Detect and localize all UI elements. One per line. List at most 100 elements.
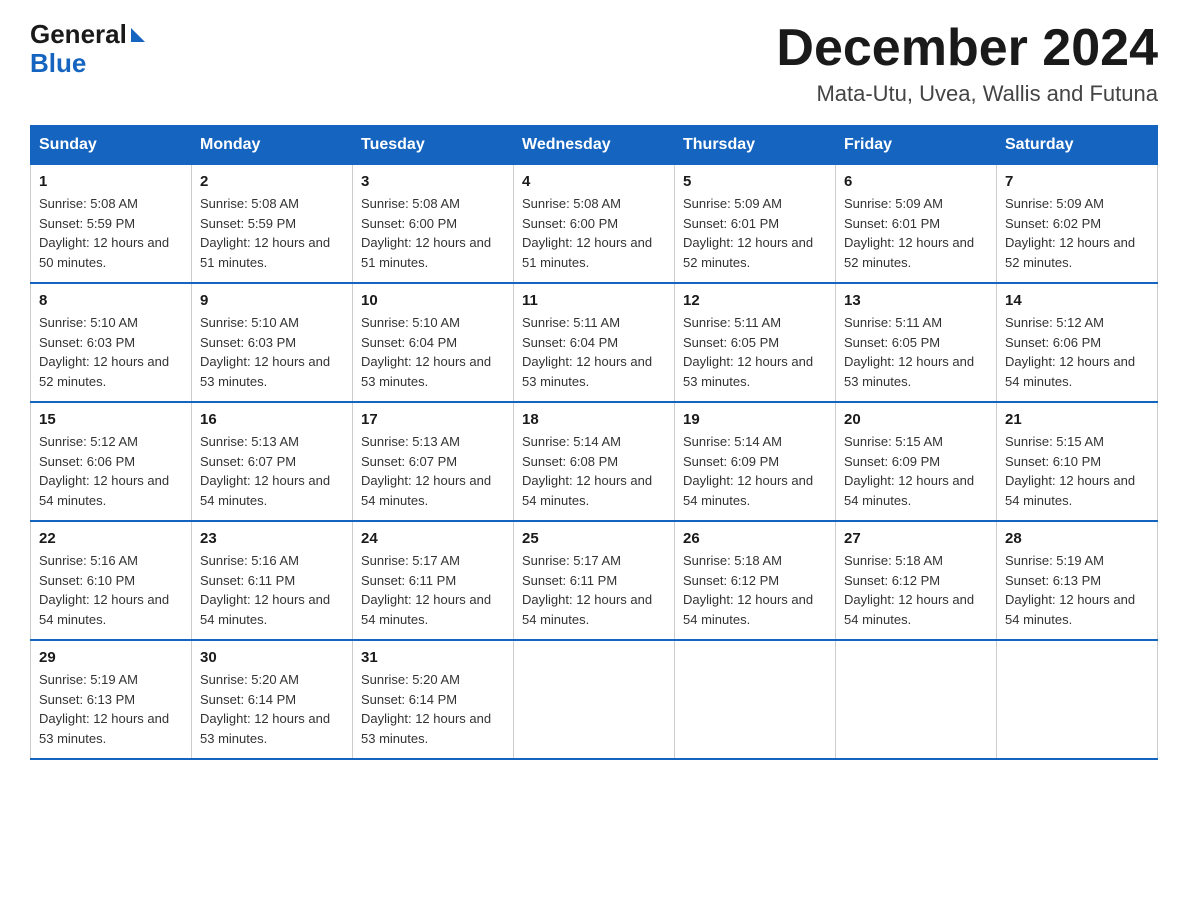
header-sunday: Sunday [31, 126, 192, 165]
calendar-cell: 23 Sunrise: 5:16 AMSunset: 6:11 PMDaylig… [192, 521, 353, 640]
calendar-cell: 7 Sunrise: 5:09 AMSunset: 6:02 PMDayligh… [997, 165, 1158, 284]
calendar-cell: 9 Sunrise: 5:10 AMSunset: 6:03 PMDayligh… [192, 283, 353, 402]
day-number: 1 [39, 173, 183, 190]
day-number: 9 [200, 292, 344, 309]
calendar-title: December 2024 [776, 20, 1158, 77]
day-info: Sunrise: 5:20 AMSunset: 6:14 PMDaylight:… [200, 672, 330, 746]
day-info: Sunrise: 5:08 AMSunset: 5:59 PMDaylight:… [39, 196, 169, 270]
calendar-cell: 3 Sunrise: 5:08 AMSunset: 6:00 PMDayligh… [353, 165, 514, 284]
calendar-cell: 20 Sunrise: 5:15 AMSunset: 6:09 PMDaylig… [836, 402, 997, 521]
header-wednesday: Wednesday [514, 126, 675, 165]
logo-general-text: General [30, 20, 127, 49]
day-number: 25 [522, 530, 666, 547]
day-number: 11 [522, 292, 666, 309]
day-info: Sunrise: 5:13 AMSunset: 6:07 PMDaylight:… [200, 434, 330, 508]
day-number: 15 [39, 411, 183, 428]
day-number: 31 [361, 649, 505, 666]
day-info: Sunrise: 5:16 AMSunset: 6:10 PMDaylight:… [39, 553, 169, 627]
day-number: 19 [683, 411, 827, 428]
calendar-cell: 2 Sunrise: 5:08 AMSunset: 5:59 PMDayligh… [192, 165, 353, 284]
calendar-cell: 11 Sunrise: 5:11 AMSunset: 6:04 PMDaylig… [514, 283, 675, 402]
day-number: 26 [683, 530, 827, 547]
calendar-cell: 4 Sunrise: 5:08 AMSunset: 6:00 PMDayligh… [514, 165, 675, 284]
calendar-cell: 18 Sunrise: 5:14 AMSunset: 6:08 PMDaylig… [514, 402, 675, 521]
day-info: Sunrise: 5:12 AMSunset: 6:06 PMDaylight:… [1005, 315, 1135, 389]
day-number: 22 [39, 530, 183, 547]
day-number: 20 [844, 411, 988, 428]
day-number: 23 [200, 530, 344, 547]
logo-triangle-icon [131, 28, 145, 42]
calendar-cell: 19 Sunrise: 5:14 AMSunset: 6:09 PMDaylig… [675, 402, 836, 521]
week-row-2: 8 Sunrise: 5:10 AMSunset: 6:03 PMDayligh… [31, 283, 1158, 402]
calendar-cell: 10 Sunrise: 5:10 AMSunset: 6:04 PMDaylig… [353, 283, 514, 402]
header-tuesday: Tuesday [353, 126, 514, 165]
header-row: SundayMondayTuesdayWednesdayThursdayFrid… [31, 126, 1158, 165]
calendar-cell: 28 Sunrise: 5:19 AMSunset: 6:13 PMDaylig… [997, 521, 1158, 640]
day-number: 10 [361, 292, 505, 309]
calendar-cell: 17 Sunrise: 5:13 AMSunset: 6:07 PMDaylig… [353, 402, 514, 521]
day-info: Sunrise: 5:18 AMSunset: 6:12 PMDaylight:… [844, 553, 974, 627]
calendar-body: 1 Sunrise: 5:08 AMSunset: 5:59 PMDayligh… [31, 165, 1158, 760]
logo: General Blue [30, 20, 145, 77]
day-info: Sunrise: 5:17 AMSunset: 6:11 PMDaylight:… [522, 553, 652, 627]
day-number: 8 [39, 292, 183, 309]
logo-blue-text: Blue [30, 49, 86, 78]
calendar-cell: 24 Sunrise: 5:17 AMSunset: 6:11 PMDaylig… [353, 521, 514, 640]
day-number: 28 [1005, 530, 1149, 547]
day-number: 17 [361, 411, 505, 428]
day-info: Sunrise: 5:09 AMSunset: 6:01 PMDaylight:… [844, 196, 974, 270]
calendar-cell: 29 Sunrise: 5:19 AMSunset: 6:13 PMDaylig… [31, 640, 192, 759]
day-info: Sunrise: 5:10 AMSunset: 6:03 PMDaylight:… [39, 315, 169, 389]
header-saturday: Saturday [997, 126, 1158, 165]
calendar-subtitle: Mata-Utu, Uvea, Wallis and Futuna [776, 81, 1158, 107]
calendar-cell: 21 Sunrise: 5:15 AMSunset: 6:10 PMDaylig… [997, 402, 1158, 521]
day-number: 13 [844, 292, 988, 309]
calendar-table: SundayMondayTuesdayWednesdayThursdayFrid… [30, 125, 1158, 760]
day-info: Sunrise: 5:08 AMSunset: 5:59 PMDaylight:… [200, 196, 330, 270]
day-info: Sunrise: 5:10 AMSunset: 6:03 PMDaylight:… [200, 315, 330, 389]
calendar-cell: 30 Sunrise: 5:20 AMSunset: 6:14 PMDaylig… [192, 640, 353, 759]
calendar-header: SundayMondayTuesdayWednesdayThursdayFrid… [31, 126, 1158, 165]
page-header: General Blue December 2024 Mata-Utu, Uve… [30, 20, 1158, 107]
day-info: Sunrise: 5:16 AMSunset: 6:11 PMDaylight:… [200, 553, 330, 627]
header-thursday: Thursday [675, 126, 836, 165]
day-info: Sunrise: 5:19 AMSunset: 6:13 PMDaylight:… [1005, 553, 1135, 627]
title-area: December 2024 Mata-Utu, Uvea, Wallis and… [776, 20, 1158, 107]
day-info: Sunrise: 5:09 AMSunset: 6:01 PMDaylight:… [683, 196, 813, 270]
day-info: Sunrise: 5:10 AMSunset: 6:04 PMDaylight:… [361, 315, 491, 389]
day-number: 21 [1005, 411, 1149, 428]
calendar-cell [997, 640, 1158, 759]
day-number: 14 [1005, 292, 1149, 309]
day-number: 6 [844, 173, 988, 190]
day-info: Sunrise: 5:18 AMSunset: 6:12 PMDaylight:… [683, 553, 813, 627]
calendar-cell: 22 Sunrise: 5:16 AMSunset: 6:10 PMDaylig… [31, 521, 192, 640]
day-number: 18 [522, 411, 666, 428]
day-number: 4 [522, 173, 666, 190]
day-info: Sunrise: 5:13 AMSunset: 6:07 PMDaylight:… [361, 434, 491, 508]
day-info: Sunrise: 5:11 AMSunset: 6:04 PMDaylight:… [522, 315, 652, 389]
day-number: 12 [683, 292, 827, 309]
calendar-cell: 25 Sunrise: 5:17 AMSunset: 6:11 PMDaylig… [514, 521, 675, 640]
day-number: 2 [200, 173, 344, 190]
day-info: Sunrise: 5:15 AMSunset: 6:09 PMDaylight:… [844, 434, 974, 508]
day-info: Sunrise: 5:12 AMSunset: 6:06 PMDaylight:… [39, 434, 169, 508]
day-info: Sunrise: 5:11 AMSunset: 6:05 PMDaylight:… [844, 315, 974, 389]
day-number: 16 [200, 411, 344, 428]
day-number: 5 [683, 173, 827, 190]
day-info: Sunrise: 5:15 AMSunset: 6:10 PMDaylight:… [1005, 434, 1135, 508]
day-info: Sunrise: 5:14 AMSunset: 6:09 PMDaylight:… [683, 434, 813, 508]
day-info: Sunrise: 5:14 AMSunset: 6:08 PMDaylight:… [522, 434, 652, 508]
calendar-cell: 6 Sunrise: 5:09 AMSunset: 6:01 PMDayligh… [836, 165, 997, 284]
header-friday: Friday [836, 126, 997, 165]
calendar-cell: 12 Sunrise: 5:11 AMSunset: 6:05 PMDaylig… [675, 283, 836, 402]
day-number: 7 [1005, 173, 1149, 190]
day-number: 27 [844, 530, 988, 547]
calendar-cell [675, 640, 836, 759]
day-number: 3 [361, 173, 505, 190]
calendar-cell: 31 Sunrise: 5:20 AMSunset: 6:14 PMDaylig… [353, 640, 514, 759]
week-row-1: 1 Sunrise: 5:08 AMSunset: 5:59 PMDayligh… [31, 165, 1158, 284]
calendar-cell: 1 Sunrise: 5:08 AMSunset: 5:59 PMDayligh… [31, 165, 192, 284]
week-row-3: 15 Sunrise: 5:12 AMSunset: 6:06 PMDaylig… [31, 402, 1158, 521]
day-info: Sunrise: 5:17 AMSunset: 6:11 PMDaylight:… [361, 553, 491, 627]
day-number: 30 [200, 649, 344, 666]
